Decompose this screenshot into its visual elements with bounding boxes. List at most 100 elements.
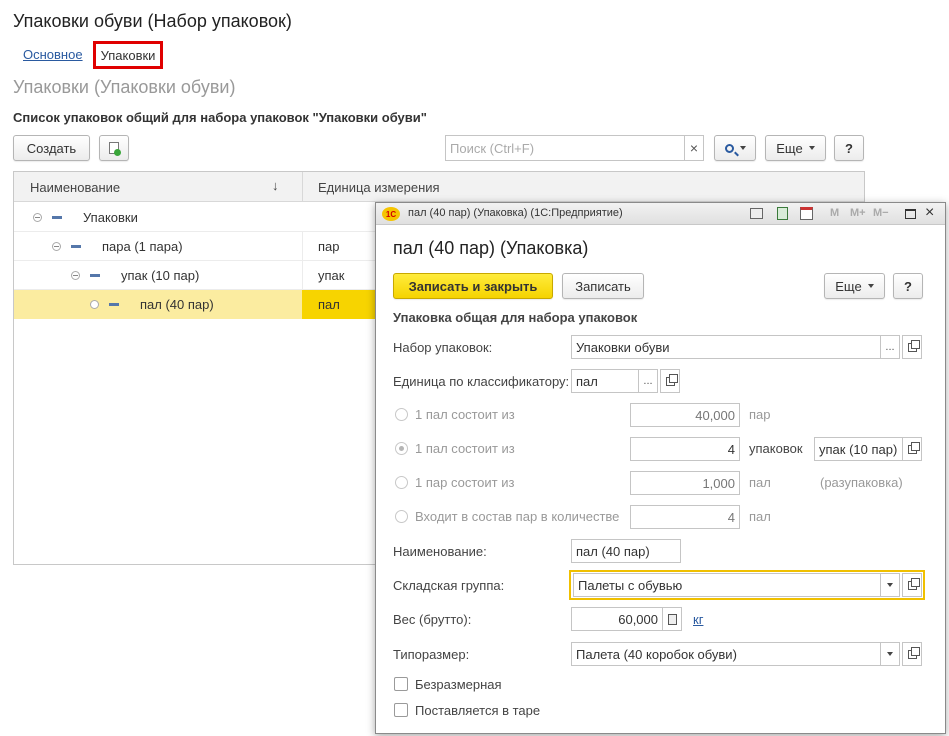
option-radio[interactable] <box>395 408 408 421</box>
set-open-button[interactable] <box>902 335 922 359</box>
option-quantity-value: 40,000 <box>695 407 735 423</box>
option-quantity-value: 4 <box>727 441 735 457</box>
weight-value: 60,000 <box>618 611 658 627</box>
option-radio[interactable] <box>395 476 408 489</box>
column-header-name[interactable]: Наименование <box>30 180 120 195</box>
row-unit: упак <box>318 268 345 283</box>
unit-open-button[interactable] <box>660 369 680 393</box>
weight-calculator-button[interactable] <box>662 607 682 631</box>
open-icon <box>907 441 920 454</box>
save-button[interactable]: Записать <box>562 273 644 299</box>
dialog-help-label: ? <box>904 278 912 294</box>
name-field[interactable]: пал (40 пар) <box>571 539 681 563</box>
search-input[interactable]: Поиск (Ctrl+F) <box>445 135 685 161</box>
memory-subtract-icon[interactable]: M− <box>873 207 889 219</box>
chevron-down-icon <box>739 146 746 150</box>
column-divider <box>302 172 303 202</box>
set-value: Упаковки обуви <box>576 339 670 355</box>
dialog-title: пал (40 пар) (Упаковка) <box>393 238 589 258</box>
option-quantity-field[interactable]: 4 <box>630 505 740 529</box>
memory-add-icon[interactable]: M+ <box>850 207 866 219</box>
table-header: Наименование ↓ Единица измерения <box>14 172 864 202</box>
in-container-checkbox[interactable] <box>394 703 408 717</box>
magnifier-icon <box>724 143 739 156</box>
tab-packages[interactable]: Упаковки <box>93 41 163 69</box>
package-icon <box>71 245 81 248</box>
print-icon[interactable] <box>750 208 763 219</box>
dialog-more-button[interactable]: Еще <box>824 273 885 299</box>
package-icon <box>52 216 62 219</box>
column-divider <box>302 232 303 261</box>
chevron-down-icon <box>887 583 893 587</box>
tab-packages-label: Упаковки <box>100 47 156 63</box>
calculator-icon <box>667 613 677 625</box>
memory-store-icon[interactable]: M <box>830 207 839 219</box>
option-package-open-button[interactable] <box>902 437 922 461</box>
weight-field[interactable]: 60,000 <box>571 607 663 631</box>
set-field[interactable]: Упаковки обуви <box>571 335 881 359</box>
size-label: Типоразмер: <box>393 647 470 662</box>
option-quantity-field[interactable]: 1,000 <box>630 471 740 495</box>
option-label: Входит в состав пар в количестве <box>415 509 620 524</box>
dimensionless-checkbox[interactable] <box>394 677 408 691</box>
chevron-down-icon <box>867 284 874 288</box>
option-quantity-value: 1,000 <box>702 475 735 491</box>
collapse-icon[interactable] <box>33 213 42 222</box>
row-name: пал (40 пар) <box>140 297 214 312</box>
help-button-label: ? <box>845 140 853 156</box>
column-header-unit[interactable]: Единица измерения <box>318 180 440 195</box>
page-title: Упаковки обуви (Набор упаковок) <box>13 11 292 31</box>
copy-button[interactable] <box>99 135 129 161</box>
row-name: упак (10 пар) <box>121 268 200 283</box>
save-and-close-button[interactable]: Записать и закрыть <box>393 273 553 299</box>
search-clear-button[interactable]: × <box>684 135 704 161</box>
package-icon <box>109 303 119 306</box>
option-unit: пар <box>749 407 771 422</box>
open-icon <box>907 646 920 659</box>
size-dropdown-button[interactable] <box>880 642 900 666</box>
option-radio-selected[interactable] <box>395 442 408 455</box>
unit-select-button[interactable]: ... <box>638 369 658 393</box>
calculator-icon[interactable] <box>777 207 788 220</box>
option-label: 1 пал состоит из <box>415 407 515 422</box>
warehouse-group-label: Складская группа: <box>393 578 505 593</box>
tab-main[interactable]: Основное <box>23 47 83 62</box>
option-quantity-field[interactable]: 40,000 <box>630 403 740 427</box>
dots-icon: ... <box>643 375 653 387</box>
size-field[interactable]: Палета (40 коробок обуви) <box>571 642 881 666</box>
section-heading: Упаковка общая для набора упаковок <box>393 310 638 325</box>
option-radio[interactable] <box>395 510 408 523</box>
create-button[interactable]: Создать <box>13 135 90 161</box>
size-open-button[interactable] <box>902 642 922 666</box>
dimensionless-label: Безразмерная <box>415 677 502 692</box>
option-unit: пал <box>749 509 771 524</box>
dialog-more-label: Еще <box>835 278 862 294</box>
app-logo-icon: 1С <box>382 207 400 221</box>
more-button[interactable]: Еще <box>765 135 826 161</box>
row-unit: пар <box>318 239 340 254</box>
help-button[interactable]: ? <box>834 135 864 161</box>
dots-icon: ... <box>885 341 895 353</box>
collapse-icon[interactable] <box>71 271 80 280</box>
close-icon[interactable]: × <box>925 204 934 222</box>
unit-field[interactable]: пал <box>571 369 639 393</box>
leaf-icon <box>90 300 99 309</box>
dialog-help-button[interactable]: ? <box>893 273 923 299</box>
option-quantity-field[interactable]: 4 <box>630 437 740 461</box>
dialog-titlebar: 1С пал (40 пар) (Упаковка) (1С:Предприят… <box>376 203 945 225</box>
warehouse-group-dropdown-button[interactable] <box>880 573 900 597</box>
warehouse-group-open-button[interactable] <box>902 573 922 597</box>
set-label: Набор упаковок: <box>393 340 493 355</box>
maximize-icon[interactable] <box>905 209 916 219</box>
calendar-icon[interactable] <box>800 207 813 220</box>
chevron-down-icon <box>808 146 815 150</box>
open-icon <box>907 339 920 352</box>
open-icon <box>665 373 678 386</box>
set-select-button[interactable]: ... <box>880 335 900 359</box>
weight-unit-link[interactable]: кг <box>693 612 703 627</box>
warehouse-group-field[interactable]: Палеты с обувью <box>573 573 883 597</box>
collapse-icon[interactable] <box>52 242 61 251</box>
option-package-field[interactable]: упак (10 пар) <box>814 437 903 461</box>
search-button[interactable] <box>714 135 756 161</box>
save-and-close-label: Записать и закрыть <box>408 278 538 294</box>
